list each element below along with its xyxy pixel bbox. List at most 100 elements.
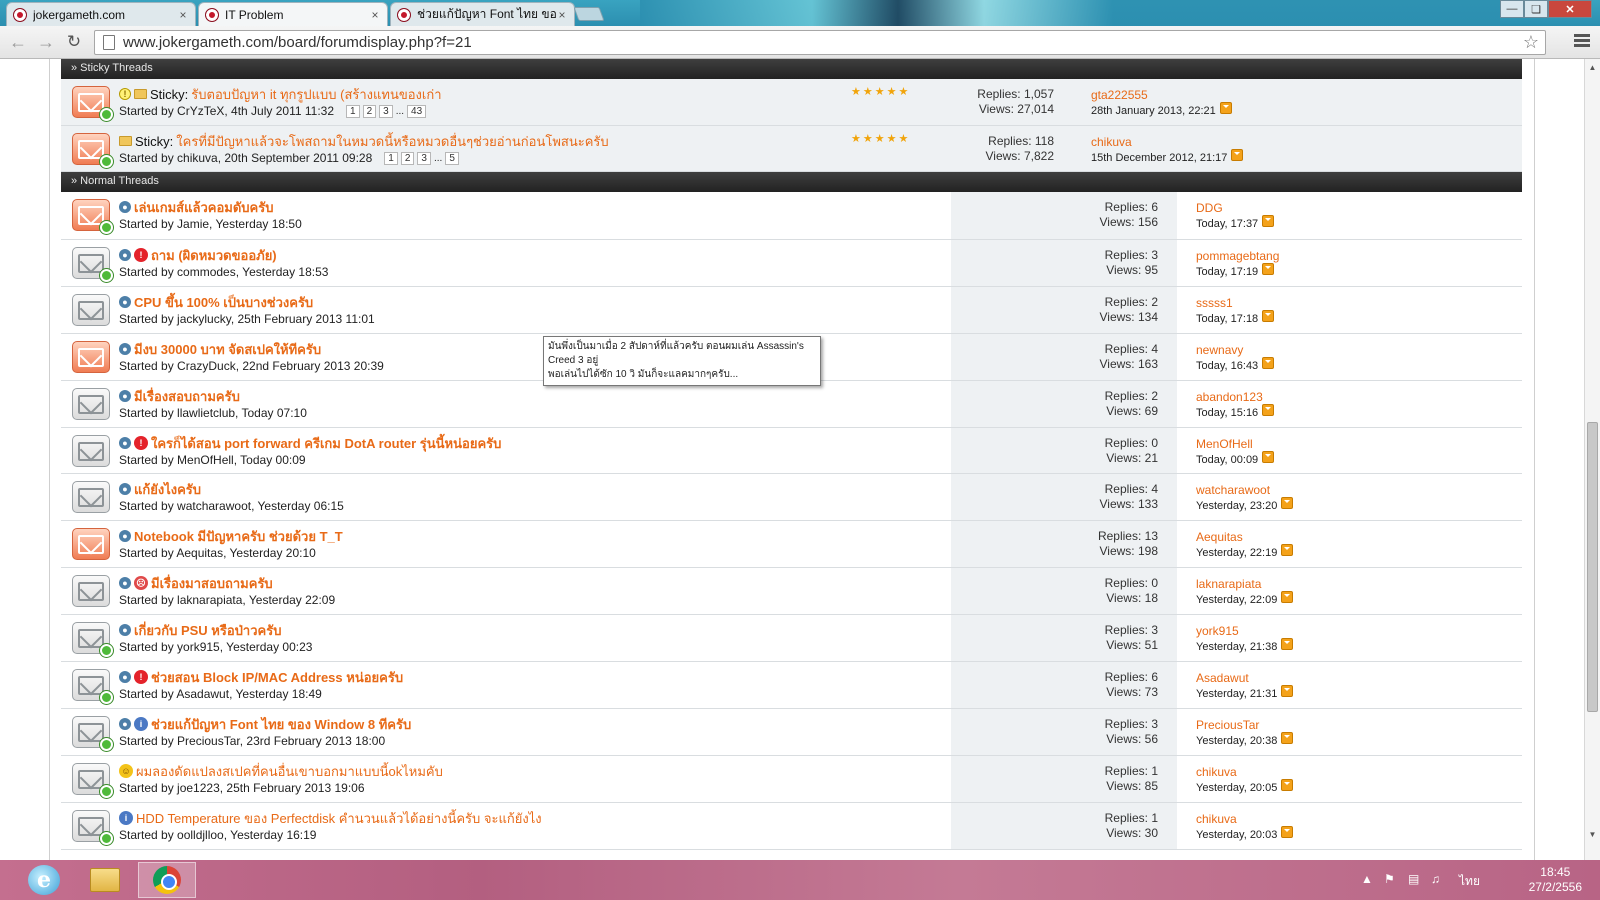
last-post-user[interactable]: Aequitas — [1196, 529, 1522, 545]
last-post-user[interactable]: pommagebtang — [1196, 248, 1522, 264]
last-post-user[interactable]: newnavy — [1196, 342, 1522, 358]
last-post-user[interactable]: watcharawoot — [1196, 482, 1522, 498]
page-link[interactable]: 1 — [384, 151, 398, 165]
tab-close-icon[interactable]: × — [556, 8, 568, 22]
first-unread-arrow-icon[interactable]: ● — [119, 671, 131, 683]
go-to-last-post-icon[interactable] — [1262, 263, 1275, 275]
go-to-last-post-icon[interactable] — [1262, 357, 1275, 369]
go-to-last-post-icon[interactable] — [1281, 544, 1294, 556]
last-post-user[interactable]: york915 — [1196, 623, 1522, 639]
back-arrow-icon[interactable]: ← — [6, 31, 30, 53]
minimize-button[interactable]: — — [1500, 0, 1524, 18]
go-to-first-unread-icon[interactable] — [100, 155, 113, 168]
close-window-button[interactable]: ✕ — [1548, 0, 1592, 18]
scroll-thumb[interactable] — [1587, 422, 1598, 712]
go-to-last-post-icon[interactable] — [1262, 310, 1275, 322]
thread-title-link[interactable]: Notebook มีปัญหาครับ ช่วยด้วย T_T — [134, 526, 343, 547]
first-unread-arrow-icon[interactable]: ● — [119, 718, 131, 730]
page-link[interactable]: 2 — [400, 151, 415, 165]
tab-font-thread[interactable]: ช่วยแก้ปัญหา Font ไทย ของ W × — [390, 2, 575, 26]
thread-title-link[interactable]: ถาม (ผิดหมวดขออภัย) — [151, 245, 277, 266]
first-unread-arrow-icon[interactable]: ● — [119, 201, 131, 213]
go-to-last-post-icon[interactable] — [1262, 404, 1275, 416]
taskbar-chrome[interactable] — [138, 862, 196, 898]
tab-close-icon[interactable]: × — [369, 8, 381, 22]
vertical-scrollbar[interactable]: ▲ ▼ — [1584, 59, 1600, 860]
last-post-user[interactable]: DDG — [1196, 200, 1522, 216]
go-to-first-unread-icon[interactable] — [100, 269, 113, 282]
first-unread-arrow-icon[interactable]: ● — [119, 437, 131, 449]
go-to-last-post-icon[interactable] — [1262, 215, 1275, 227]
go-to-first-unread-icon[interactable] — [100, 691, 113, 704]
thread-title-link[interactable]: มีเรื่องสอบถามครับ — [134, 386, 240, 407]
taskbar-explorer[interactable] — [76, 862, 134, 898]
go-to-last-post-icon[interactable] — [1231, 149, 1244, 161]
last-page-link[interactable]: 5 — [445, 151, 459, 165]
maximize-button[interactable]: ❏ — [1524, 0, 1548, 18]
go-to-last-post-icon[interactable] — [1281, 638, 1294, 650]
last-post-user[interactable]: sssss1 — [1196, 295, 1522, 311]
last-post-user[interactable]: chikuva — [1196, 764, 1522, 780]
input-language[interactable]: ไทย — [1459, 872, 1480, 891]
thread-title-link[interactable]: ช่วยสอน Block IP/MAC Address หน่อยครับ — [151, 667, 403, 688]
last-post-user[interactable]: MenOfHell — [1196, 436, 1522, 452]
network-icon[interactable]: ▤ — [1408, 872, 1419, 886]
wrench-menu-icon[interactable] — [1574, 34, 1590, 50]
go-to-first-unread-icon[interactable] — [100, 108, 113, 121]
thread-title-link[interactable]: ช่วยแก้ปัญหา Font ไทย ของ Window 8 ทีครั… — [151, 714, 411, 735]
last-post-user[interactable]: chikuva — [1091, 134, 1522, 150]
last-post-user[interactable]: gta222555 — [1091, 87, 1522, 103]
go-to-first-unread-icon[interactable] — [100, 221, 113, 234]
first-unread-arrow-icon[interactable]: ● — [119, 624, 131, 636]
first-unread-arrow-icon[interactable]: ● — [119, 296, 131, 308]
tab-close-icon[interactable]: × — [177, 8, 189, 22]
last-post-user[interactable]: chikuva — [1196, 811, 1522, 827]
thread-title-link[interactable]: มีงบ 30000 บาท จัดสเปคให้ทีครับ — [134, 339, 321, 360]
last-post-user[interactable]: Asadawut — [1196, 670, 1522, 686]
first-unread-arrow-icon[interactable]: ● — [119, 483, 131, 495]
go-to-first-unread-icon[interactable] — [100, 832, 113, 845]
go-to-last-post-icon[interactable] — [1281, 591, 1294, 603]
thread-title-link[interactable]: เกี่ยวกับ PSU หรือป่าวครับ — [134, 620, 281, 641]
address-bar[interactable]: www.jokergameth.com/board/forumdisplay.p… — [94, 30, 1546, 55]
last-post-user[interactable]: abandon123 — [1196, 389, 1522, 405]
first-unread-arrow-icon[interactable]: ● — [119, 249, 131, 261]
last-post-user[interactable]: PreciousTar — [1196, 717, 1522, 733]
url-text[interactable]: www.jokergameth.com/board/forumdisplay.p… — [123, 34, 1517, 51]
thread-title-link[interactable]: ใครที่มีปัญหาแล้วจะโพสถามในหมวดนี้หรือหม… — [176, 131, 608, 152]
go-to-last-post-icon[interactable] — [1219, 102, 1232, 114]
forward-arrow-icon[interactable]: → — [34, 31, 58, 53]
thread-title-link[interactable]: ผมลองดัดแปลงสเปคที่คนอื่นเขาบอกมาแบบนี้o… — [136, 761, 443, 782]
system-clock[interactable]: 18:45 27/2/2556 — [1529, 865, 1582, 895]
go-to-last-post-icon[interactable] — [1281, 732, 1294, 744]
go-to-last-post-icon[interactable] — [1262, 451, 1275, 463]
last-post-user[interactable]: laknarapiata — [1196, 576, 1522, 592]
go-to-last-post-icon[interactable] — [1281, 826, 1294, 838]
scroll-up-icon[interactable]: ▲ — [1585, 61, 1600, 75]
tab-it-problem[interactable]: IT Problem × — [198, 2, 388, 26]
first-unread-arrow-icon[interactable]: ● — [119, 343, 131, 355]
first-unread-arrow-icon[interactable]: ● — [119, 390, 131, 402]
page-link[interactable]: 2 — [362, 104, 377, 118]
page-link[interactable]: 3 — [379, 104, 393, 118]
thread-title-link[interactable]: HDD Temperature ของ Perfectdisk คำนวนแล้… — [136, 808, 542, 829]
scroll-down-icon[interactable]: ▼ — [1585, 828, 1600, 842]
last-page-link[interactable]: 43 — [407, 104, 427, 118]
page-link[interactable]: 3 — [417, 151, 431, 165]
thread-title-link[interactable]: มีเรื่องมาสอบถามครับ — [151, 573, 273, 594]
thread-title-link[interactable]: รับตอบปัญหา it ทุกรูปแบบ (สร้างแทนของเก่… — [191, 84, 441, 105]
tray-expand-icon[interactable]: ▲ — [1361, 872, 1373, 886]
thread-title-link[interactable]: เล่นเกมส์แล้วคอมดับครับ — [134, 197, 273, 218]
go-to-last-post-icon[interactable] — [1281, 497, 1294, 509]
volume-icon[interactable]: ♫ — [1431, 872, 1440, 886]
go-to-first-unread-icon[interactable] — [100, 644, 113, 657]
go-to-last-post-icon[interactable] — [1281, 779, 1294, 791]
reload-icon[interactable]: ↻ — [62, 31, 86, 53]
go-to-first-unread-icon[interactable] — [100, 738, 113, 751]
action-center-flag-icon[interactable]: ⚑ — [1384, 872, 1395, 886]
thread-title-link[interactable]: CPU ขึ้น 100% เป็นบางช่วงครับ — [134, 292, 313, 313]
first-unread-arrow-icon[interactable]: ● — [119, 577, 131, 589]
thread-title-link[interactable]: ใครก็ได้สอน port forward ครีเกม DotA rou… — [151, 433, 501, 454]
thread-title-link[interactable]: แก้ยังไงครับ — [134, 479, 201, 500]
bookmark-star-icon[interactable]: ☆ — [1517, 32, 1545, 53]
